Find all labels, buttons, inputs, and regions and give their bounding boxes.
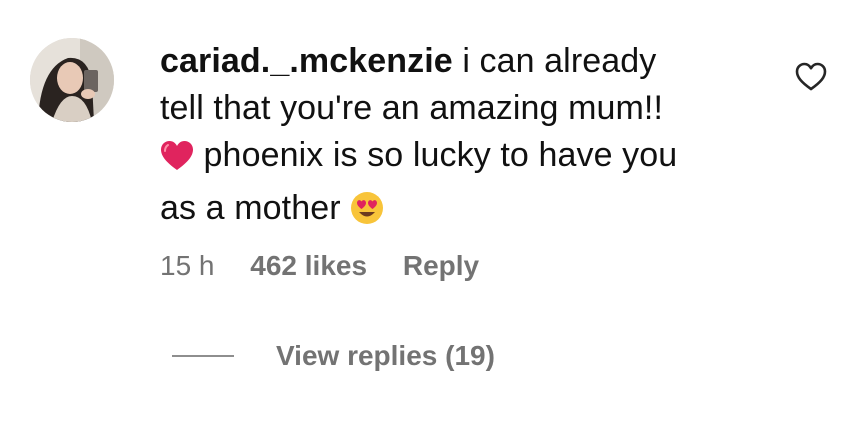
view-replies-label: View replies (19) <box>276 340 495 371</box>
comment-text-4: as a mother <box>160 189 341 227</box>
view-replies-button[interactable]: View replies (19) <box>172 340 495 372</box>
comment-text-2: tell that you're an amazing mum!! <box>160 89 664 127</box>
replies-divider <box>172 355 234 357</box>
red-heart-icon <box>160 138 194 185</box>
comment-text-1: i can already <box>462 42 657 80</box>
comment-item: cariad._.mckenzie i can already tell tha… <box>0 0 860 433</box>
heart-eyes-emoji-icon <box>350 191 384 238</box>
comment-meta: 15 h 462 likes Reply <box>160 250 507 282</box>
avatar-photo <box>30 38 114 122</box>
comment-body: cariad._.mckenzie i can already tell tha… <box>160 38 780 238</box>
comment-timestamp[interactable]: 15 h <box>160 250 215 281</box>
like-heart-icon[interactable] <box>794 60 828 94</box>
reply-button[interactable]: Reply <box>403 250 479 281</box>
comment-text-3: phoenix is so lucky to have you <box>203 136 678 174</box>
like-count[interactable]: 462 likes <box>250 250 367 281</box>
avatar[interactable] <box>30 38 114 122</box>
comment-username[interactable]: cariad._.mckenzie <box>160 42 453 80</box>
